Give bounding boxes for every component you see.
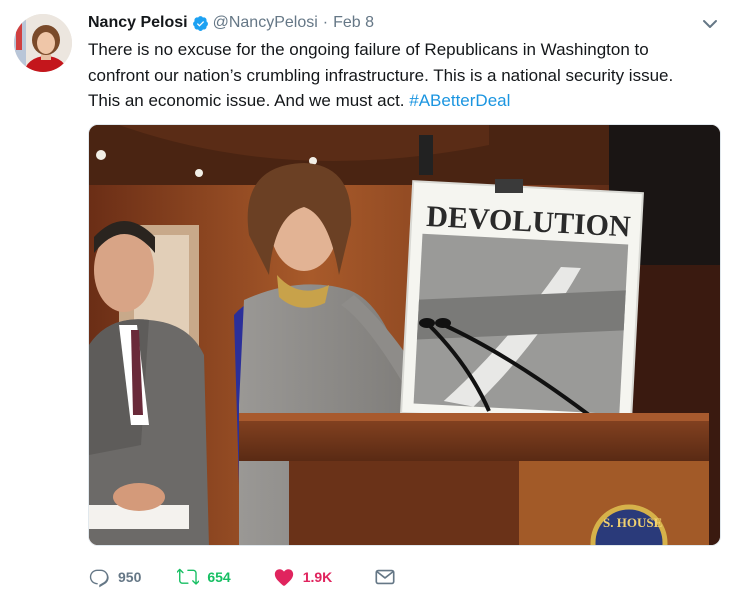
heart-icon: [274, 569, 293, 586]
seal-text: S. HOUSE: [603, 515, 662, 530]
retweet-button[interactable]: 654: [177, 566, 231, 588]
like-count: 1.9K: [302, 569, 333, 585]
like-button[interactable]: 1.9K: [273, 566, 333, 588]
tweet-text-line: confront our nation’s crumbling infrastr…: [88, 65, 674, 85]
avatar[interactable]: [14, 14, 72, 72]
retweet-icon: [177, 568, 200, 585]
avatar-portrait: [14, 14, 72, 72]
reply-count: 950: [118, 569, 142, 585]
hashtag-link[interactable]: #ABetterDeal: [409, 91, 510, 110]
tweet-text-segment: This an economic issue. And we must act.: [88, 91, 410, 110]
reply-icon: [89, 569, 109, 588]
chevron-down-icon[interactable]: [700, 14, 720, 34]
envelope-icon: [375, 569, 395, 585]
tweet-header: Nancy Pelosi @NancyPelosi · Feb 8: [88, 12, 374, 34]
reply-button[interactable]: 950: [88, 566, 141, 588]
verified-badge-icon: [192, 15, 208, 31]
tweet-card[interactable]: Nancy Pelosi @NancyPelosi · Feb 8 There …: [0, 0, 734, 592]
retweet-count: 654: [207, 569, 231, 585]
author-name[interactable]: Nancy Pelosi: [88, 14, 188, 32]
tweet-text-line: There is no excuse for the ongoing failu…: [88, 40, 649, 59]
tweet-timestamp[interactable]: Feb 8: [333, 14, 374, 32]
direct-message-button[interactable]: [374, 566, 396, 588]
tweet-text: There is no excuse for the ongoing failu…: [88, 37, 718, 114]
tweet-text-line: This an economic issue. And we must act.…: [88, 88, 718, 114]
photo-image: DEVOLUTION S. HOUSE: [89, 125, 720, 545]
tweet-actions: 950 654 1.9K: [88, 562, 432, 592]
tweet-photo[interactable]: DEVOLUTION S. HOUSE: [88, 124, 721, 546]
author-handle[interactable]: @NancyPelosi: [213, 14, 318, 32]
separator-dot: ·: [322, 14, 329, 31]
